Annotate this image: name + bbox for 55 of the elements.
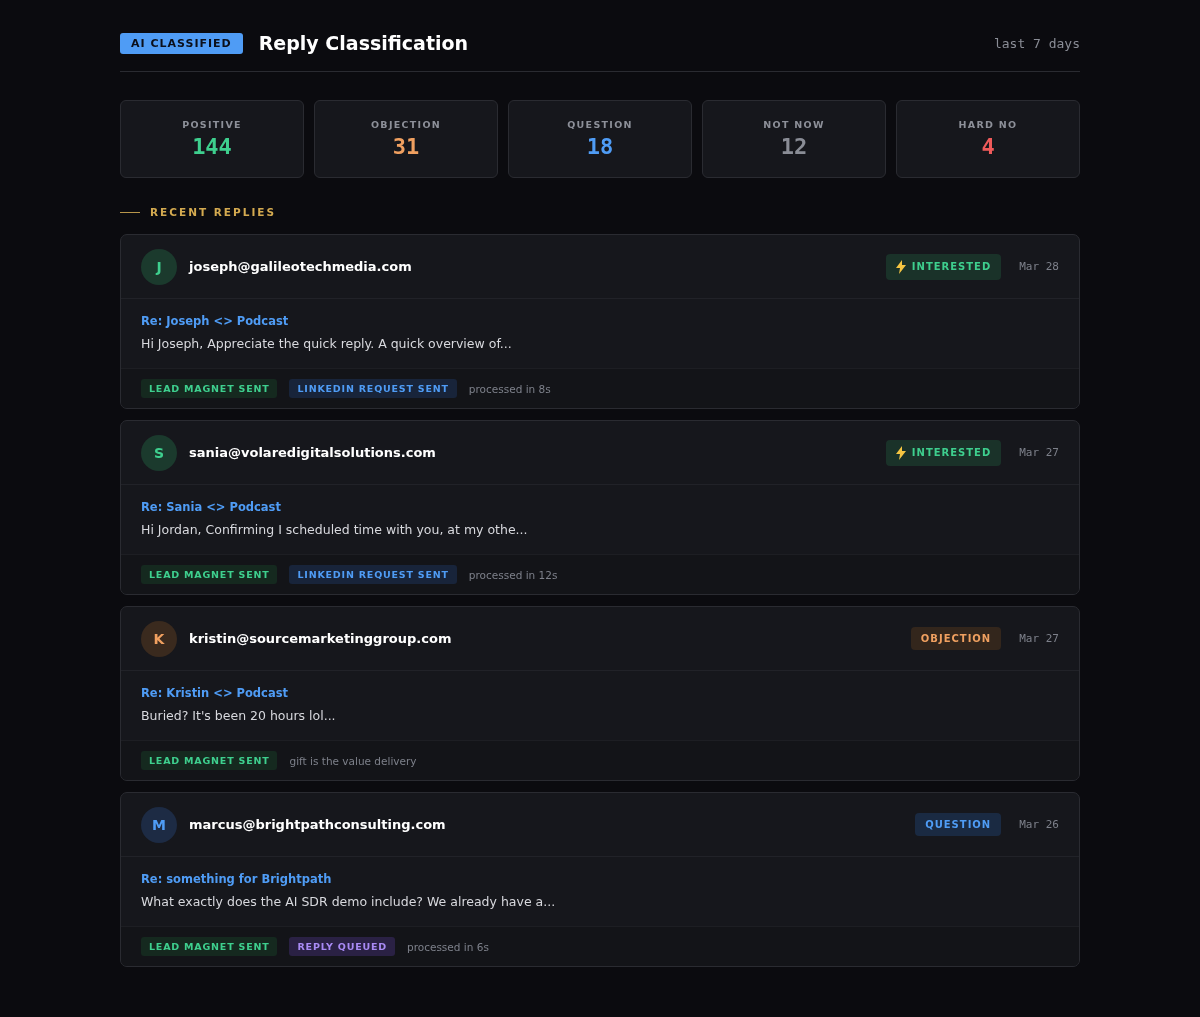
stat-label: NOT NOW [763,119,825,130]
email-subject: Re: something for Brightpath [141,872,333,886]
section-title: RECENT REPLIES [150,206,277,218]
status-badge: INTERESTED [885,439,1002,466]
processing-note: processed in 6s [407,940,489,953]
processing-note: gift is the value delivery [289,754,417,767]
stat-value: 18 [586,134,614,159]
stat-label: POSITIVE [182,119,242,130]
avatar: K [141,620,177,657]
action-tag: LEAD MAGNET SENT [141,379,278,398]
action-tag: LEAD MAGNET SENT [141,937,278,956]
email-preview: Buried? It's been 20 hours lol... [141,708,337,723]
reply-date: Mar 26 [1019,818,1059,831]
page-title: Reply Classification [258,32,469,54]
stat-value: 4 [981,134,995,159]
email-preview: What exactly does the AI SDR demo include? We already have a... [141,894,557,909]
processing-note: processed in 12s [468,568,558,581]
stat-value: 31 [392,134,420,159]
action-tag: LEAD MAGNET SENT [141,565,278,584]
reply-card[interactable]: J joseph@galileotechmedia.com INTERESTED Mar 28 Re: Joseph <> Podcast Hi Joseph, Appreciate the quick reply. A quick overview of... LEAD MAGNET SENT LINKEDIN REQUEST SENT processed in 8s [120,234,1080,409]
date-range: last 7 days [993,35,1080,51]
reply-card[interactable]: K kristin@sourcemarketinggroup.com OBJECTION Mar 27 Re: Kristin <> Podcast Buried? It's been 20 hours lol... LEAD MAGNET SENT gift is the value delivery [120,606,1080,781]
sender-email: kristin@sourcemarketinggroup.com [189,631,452,646]
sender-email: sania@volaredigitalsolutions.com [189,445,436,460]
stat-value: 12 [780,134,808,159]
status-badge: QUESTION [915,813,1002,836]
avatar: J [141,248,177,285]
processing-note: processed in 8s [468,382,551,395]
lightning-icon [895,445,906,460]
avatar: M [141,806,177,843]
stat-value: 144 [192,134,232,159]
email-subject: Re: Kristin <> Podcast [141,686,289,700]
lightning-icon [895,259,906,274]
email-preview: Hi Jordan, Confirming I scheduled time with you, at my othe... [141,522,529,537]
status-badge: INTERESTED [885,253,1002,280]
email-subject: Re: Sania <> Podcast [141,500,282,514]
stat-label: QUESTION [567,119,633,130]
sender-email: joseph@galileotechmedia.com [189,259,412,274]
reply-date: Mar 28 [1019,260,1059,273]
reply-date: Mar 27 [1019,632,1059,645]
action-tag: LEAD MAGNET SENT [141,751,278,770]
stat-label: OBJECTION [370,119,442,130]
email-preview: Hi Joseph, Appreciate the quick reply. A quick overview of... [141,336,513,351]
avatar: S [141,434,177,471]
reply-card[interactable]: S sania@volaredigitalsolutions.com INTERESTED Mar 27 Re: Sania <> Podcast Hi Jordan, Confirming I scheduled time with you, at my othe... LEAD MAGNET SENT LINKEDIN REQUEST SENT processed in 12s [120,420,1080,595]
action-tag: LINKEDIN REQUEST SENT [289,379,457,398]
reply-date: Mar 27 [1019,446,1059,459]
action-tag: LINKEDIN REQUEST SENT [289,565,457,584]
status-badge: OBJECTION [910,627,1002,650]
ai-classified-badge: AI CLASSIFIED [120,32,243,54]
sender-email: marcus@brightpathconsulting.com [189,817,446,832]
stat-label: HARD NO [958,119,1018,130]
email-subject: Re: Joseph <> Podcast [141,314,290,328]
action-tag: REPLY QUEUED [289,937,395,956]
reply-card[interactable]: M marcus@brightpathconsulting.com QUESTION Mar 26 Re: something for Brightpath What exactly does the AI SDR demo include? We already have a... LEAD MAGNET SENT REPLY QUEUED processed in 6s [120,792,1080,967]
